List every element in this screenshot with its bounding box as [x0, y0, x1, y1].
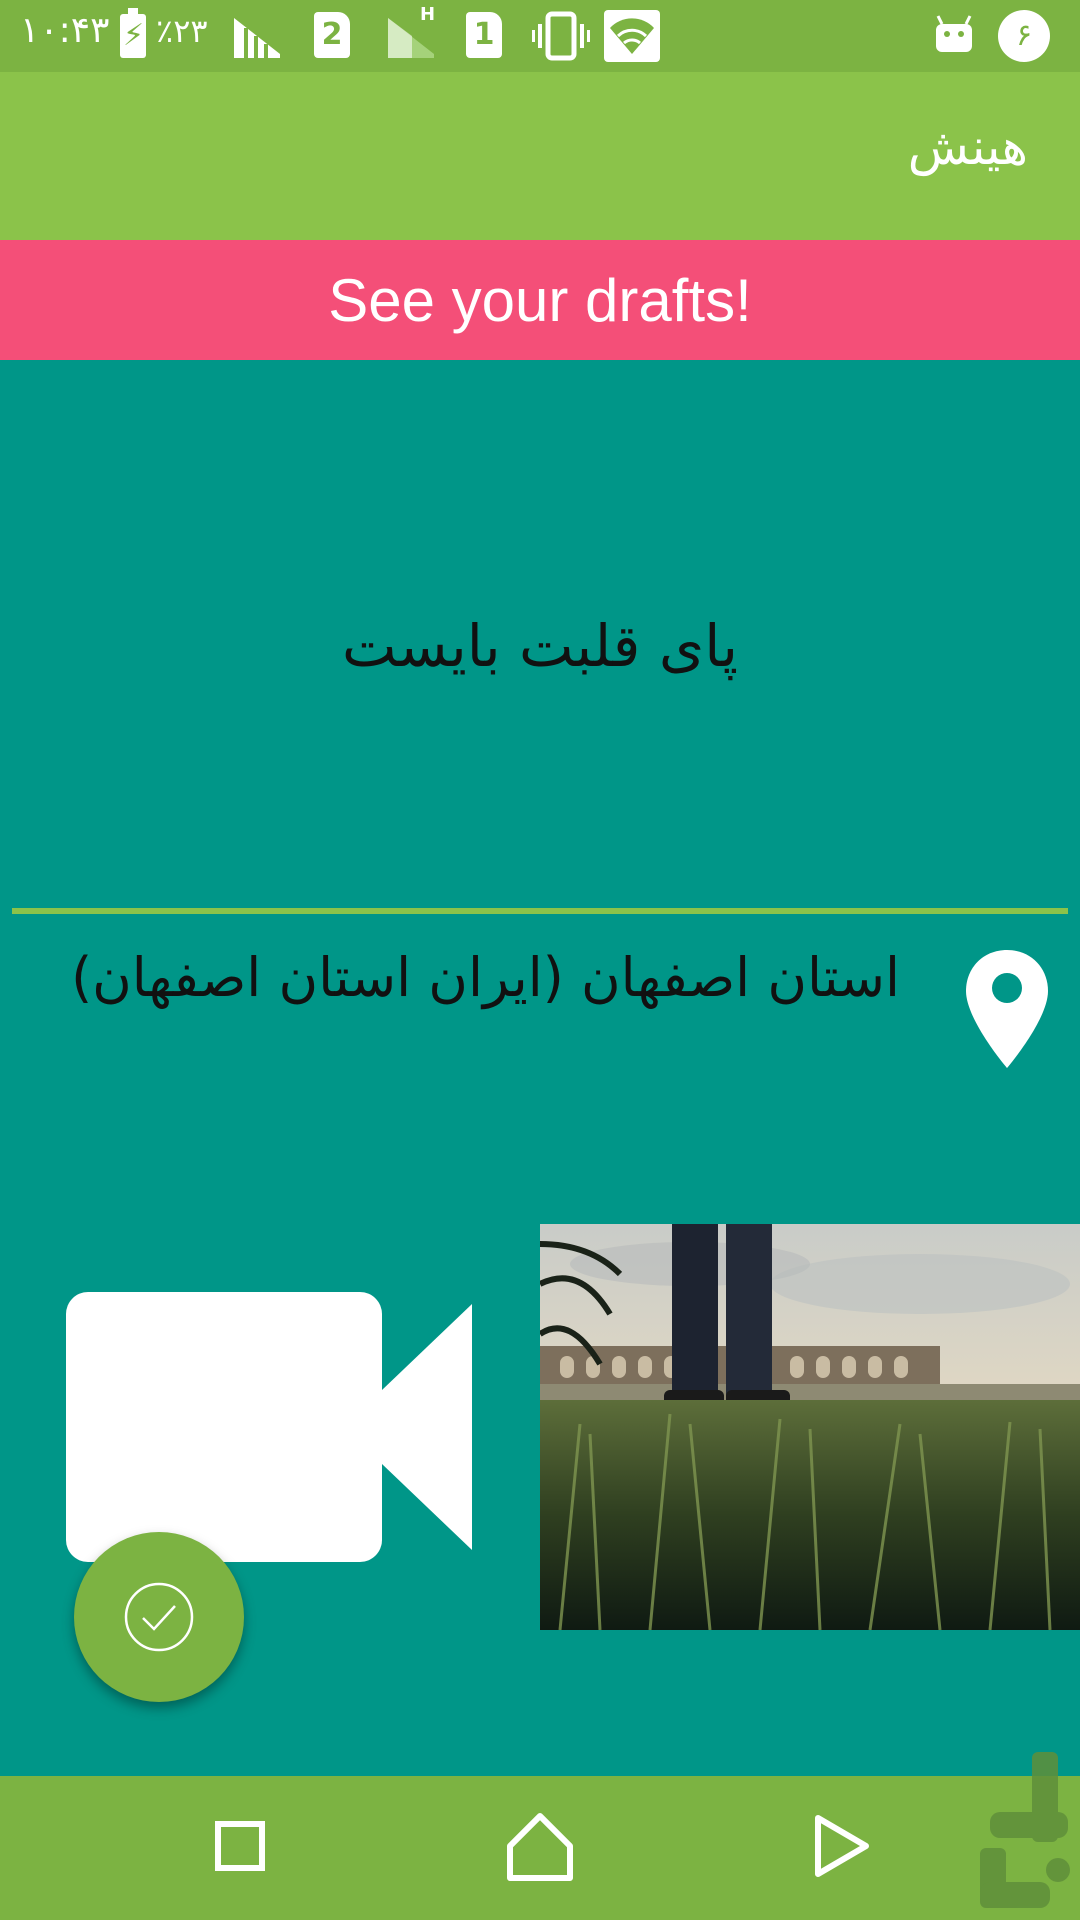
recents-square-icon[interactable] [200, 1806, 280, 1886]
notification-count-badge: ۶ [998, 10, 1050, 62]
divider [12, 908, 1068, 914]
drafts-banner[interactable]: See your drafts! [0, 240, 1080, 360]
post-text: پای قلبت بایست [341, 612, 739, 680]
attached-photo[interactable] [540, 1224, 1080, 1630]
status-bar: ۱۰:۴۳ ⚡ ٪۲۳ 2 H 1 ۶ [0, 0, 1080, 72]
network-type: H [420, 4, 436, 25]
location-pin-icon[interactable] [964, 948, 1050, 1070]
app-title: هینش [907, 118, 1028, 176]
battery-percent: ٪۲۳ [156, 12, 208, 50]
vibrate-icon [532, 11, 590, 61]
video-camera-icon[interactable] [66, 1292, 474, 1562]
store-watermark-logo [980, 1752, 1070, 1908]
back-triangle-icon[interactable] [800, 1806, 880, 1886]
battery-charging-icon: ⚡ [120, 8, 146, 58]
location-label: استان اصفهان (ایران استان اصفهان) [71, 946, 900, 1009]
drafts-banner-label: See your drafts! [328, 266, 752, 334]
sim-card-icon: 2 [314, 12, 350, 58]
confirm-fab[interactable] [74, 1532, 244, 1702]
home-icon[interactable] [500, 1806, 580, 1886]
signal-icon [234, 18, 280, 58]
sim-card-icon: 1 [466, 12, 502, 58]
android-icon [936, 15, 972, 52]
navigation-bar [0, 1776, 1080, 1920]
wifi-icon [604, 10, 660, 62]
check-circle-icon [124, 1582, 194, 1652]
status-time: ۱۰:۴۳ [20, 10, 110, 51]
app-bar: هینش [0, 72, 1080, 240]
